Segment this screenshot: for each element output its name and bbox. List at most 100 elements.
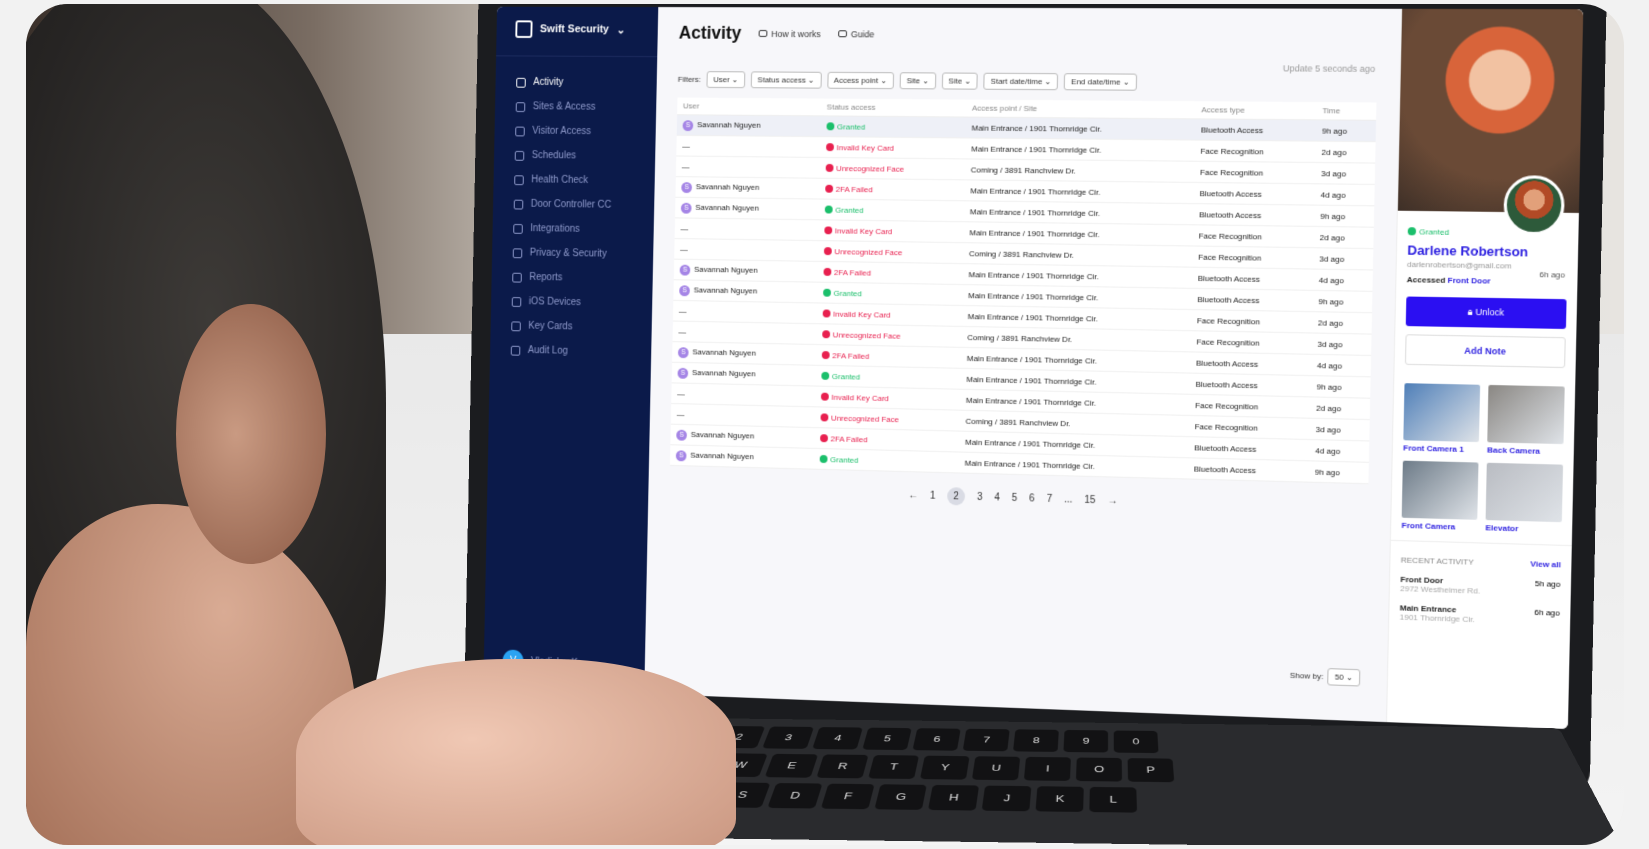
user-name: Savannah Nguyen <box>692 346 756 358</box>
recent-item-time: 6h ago <box>1534 607 1560 618</box>
sidebar-item-audit-log[interactable]: Audit Log <box>490 338 652 366</box>
add-note-button[interactable]: Add Note <box>1404 334 1566 369</box>
sidebar-item-reports[interactable]: Reports <box>491 265 653 292</box>
access-type-cell: Bluetooth Access <box>1187 436 1310 461</box>
status-text: Unrecognized Face <box>832 329 901 341</box>
keyboard-key[interactable]: 4 <box>812 727 863 750</box>
status-cell: Unrecognized Face <box>816 323 962 348</box>
keyboard-key[interactable]: 6 <box>912 728 961 751</box>
sidebar-item-label: Schedules <box>531 150 577 162</box>
book-icon <box>838 30 848 38</box>
camera-preview[interactable] <box>1487 384 1565 445</box>
sidebar-item-key-cards[interactable]: Key Cards <box>490 313 652 341</box>
keyboard-key[interactable]: F <box>820 783 875 810</box>
keyboard-key[interactable]: E <box>764 753 819 778</box>
keyboard-key[interactable]: 8 <box>1013 729 1059 752</box>
camera-tile[interactable]: Front Camera <box>1401 460 1479 532</box>
camera-label[interactable]: Front Camera 1 <box>1403 443 1479 454</box>
status-cell: Unrecognized Face <box>817 240 964 264</box>
user-avatar: S <box>677 346 689 358</box>
sidebar-item-activity[interactable]: Activity <box>495 70 657 95</box>
sidebar-item-integrations[interactable]: Integrations <box>492 216 654 243</box>
sidebar-item-privacy-security[interactable]: Privacy & Security <box>492 240 654 267</box>
camera-label[interactable]: Back Camera <box>1487 445 1563 456</box>
keyboard-key[interactable]: J <box>981 785 1032 812</box>
show-by-select[interactable]: 50 <box>1327 668 1361 687</box>
keyboard-key[interactable]: U <box>971 756 1021 781</box>
unlock-button[interactable]: 🔒︎ Unlock <box>1405 296 1567 330</box>
keyboard-key[interactable]: O <box>1075 757 1123 782</box>
camera-tile[interactable]: Back Camera <box>1487 384 1565 456</box>
keyboard-key[interactable]: H <box>927 784 980 811</box>
keyboard-key[interactable]: 9 <box>1063 729 1109 753</box>
page-number[interactable]: 6 <box>1029 493 1035 504</box>
page-number[interactable]: 7 <box>1047 493 1053 504</box>
next-page-button[interactable]: → <box>1107 495 1117 506</box>
keyboard-key[interactable]: 3 <box>762 726 814 749</box>
filter-end-date-time[interactable]: End date/time <box>1064 73 1137 91</box>
camera-label[interactable]: Elevator <box>1485 523 1561 534</box>
sidebar-item-visitor-access[interactable]: Visitor Access <box>494 119 656 145</box>
keyboard-key[interactable]: R <box>816 754 869 779</box>
filter-site[interactable]: Site <box>899 72 936 90</box>
user-avatar: S <box>675 449 687 461</box>
brand[interactable]: Swift Security ⌄ <box>496 20 658 58</box>
page-number[interactable]: 2 <box>947 487 966 506</box>
keyboard-key[interactable]: D <box>767 782 823 809</box>
filter-user[interactable]: User <box>706 71 746 89</box>
filter-site[interactable]: Site <box>941 72 979 90</box>
page-number[interactable]: 15 <box>1084 494 1095 505</box>
user-name: Savannah Nguyen <box>691 367 756 378</box>
user-cell: S Savannah Nguyen <box>673 279 818 303</box>
camera-label[interactable]: Front Camera <box>1401 521 1477 532</box>
status-cell: Invalid Key Card <box>818 219 964 243</box>
recent-item[interactable]: Front Door 2972 Westheimer Rd. 5h ago <box>1400 575 1561 598</box>
access-point-cell: Main Entrance / 1901 Thornridge Cir. <box>958 452 1188 479</box>
camera-tile[interactable]: Elevator <box>1485 462 1564 535</box>
sidebar-item-health-check[interactable]: Health Check <box>493 167 655 193</box>
accessed-place-link[interactable]: Front Door <box>1448 276 1491 286</box>
guide-link[interactable]: Guide <box>838 29 874 39</box>
show-by: Show by: 50 <box>1290 667 1361 687</box>
user-avatar: S <box>677 367 689 379</box>
access-point-cell: Main Entrance / 1901 Thornridge Cir. <box>965 137 1195 162</box>
keyboard-key[interactable]: L <box>1089 786 1138 813</box>
keyboard-key[interactable]: T <box>868 755 920 779</box>
camera-tile[interactable]: Front Camera 1 <box>1403 383 1481 454</box>
camera-preview[interactable] <box>1401 460 1479 520</box>
view-all-link[interactable]: View all <box>1530 559 1561 569</box>
keyboard-key[interactable]: Y <box>919 755 970 780</box>
sidebar-item-ios-devices[interactable]: iOS Devices <box>491 289 653 316</box>
page-number[interactable]: 5 <box>1012 492 1018 503</box>
filter-status-access[interactable]: Status access <box>750 71 822 89</box>
user-name: Savannah Nguyen <box>695 202 759 213</box>
activity-icon <box>516 77 526 88</box>
filter-start-date-time[interactable]: Start date/time <box>983 72 1059 91</box>
camera-preview[interactable] <box>1485 462 1564 523</box>
keyboard-key[interactable]: P <box>1127 758 1175 783</box>
x-icon <box>825 163 834 172</box>
keyboard-key[interactable]: 0 <box>1113 730 1159 754</box>
sidebar-item-sites-access[interactable]: Sites & Access <box>495 94 657 120</box>
page-title: Activity <box>678 22 742 43</box>
profile-name[interactable]: Darlene Robertson <box>1407 242 1568 260</box>
recent-item[interactable]: Main Entrance 1901 Thornridge Cir. 6h ago <box>1399 603 1560 627</box>
keyboard-key[interactable]: 7 <box>962 728 1010 752</box>
user-avatar: S <box>682 119 694 131</box>
keyboard-key[interactable]: K <box>1035 786 1084 812</box>
how-it-works-link[interactable]: How it works <box>758 29 821 39</box>
filter-access-point[interactable]: Access point <box>826 71 894 90</box>
page-number[interactable]: 1 <box>930 490 936 501</box>
keyboard-key[interactable]: 5 <box>862 727 912 751</box>
prev-page-button[interactable]: ← <box>908 490 918 501</box>
camera-preview[interactable] <box>1403 383 1481 443</box>
time-cell: 2d ago <box>1313 226 1374 249</box>
page-number[interactable]: 3 <box>977 491 983 502</box>
keyboard-key[interactable]: G <box>874 784 927 810</box>
status-text: Granted <box>835 205 864 215</box>
recent-item-info: Main Entrance 1901 Thornridge Cir. <box>1399 603 1475 624</box>
keyboard-key[interactable]: I <box>1023 756 1071 781</box>
page-number[interactable]: 4 <box>994 492 1000 503</box>
sidebar-item-door-controller-cc[interactable]: Door Controller CC <box>493 192 655 218</box>
sidebar-item-schedules[interactable]: Schedules <box>494 143 656 169</box>
